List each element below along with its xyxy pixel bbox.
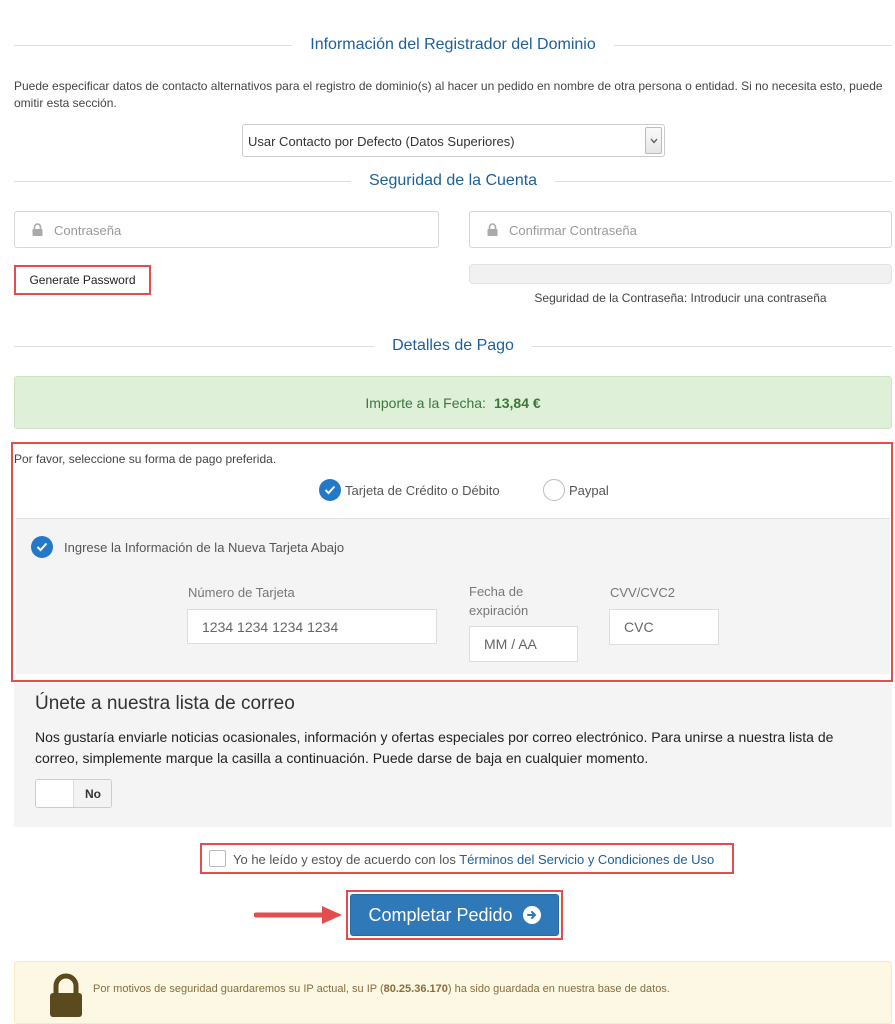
ip-address: 80.25.36.170: [383, 983, 448, 995]
padlock-icon: [50, 973, 82, 1017]
lock-icon: [487, 223, 498, 236]
security-heading: Seguridad de la Cuenta: [368, 172, 538, 189]
contact-select[interactable]: Usar Contacto por Defecto (Datos Superio…: [242, 124, 665, 157]
radio-empty-icon[interactable]: [543, 479, 565, 501]
expiry-input[interactable]: MM / AA: [469, 626, 578, 662]
complete-order-button[interactable]: Completar Pedido: [350, 894, 559, 936]
tos-agreement: Yo he leído y estoy de acuerdo con los T…: [200, 843, 734, 874]
cvv-label: CVV/CVC2: [610, 585, 676, 600]
password-input[interactable]: Contraseña: [14, 211, 439, 248]
new-card-option[interactable]: Ingrese la Información de la Nueva Tarje…: [31, 536, 344, 558]
password-placeholder: Contraseña: [54, 223, 122, 238]
amount-due-banner: Importe a la Fecha: 13,84 €: [14, 376, 892, 429]
mailing-list-description: Nos gustaría enviarle noticias ocasional…: [35, 729, 834, 766]
registrar-heading: Información del Registrador del Dominio: [310, 36, 596, 53]
expiry-label-line1: Fecha de: [469, 584, 524, 599]
ip-notice-suffix: ) ha sido guardada en nuestra base de da…: [447, 983, 670, 995]
complete-order-highlight: Completar Pedido: [346, 890, 563, 940]
password-strength-bar: [469, 264, 892, 284]
password-strength-text: Seguridad de la Contraseña: Introducir u…: [534, 291, 827, 305]
expiry-label-line2: expiración: [469, 603, 529, 618]
cvv-input[interactable]: CVC: [609, 609, 719, 645]
toggle-knob[interactable]: [36, 780, 74, 807]
tos-text: Yo he leído y estoy de acuerdo con los: [233, 852, 460, 867]
tos-checkbox[interactable]: [209, 850, 226, 867]
complete-order-label: Completar Pedido: [368, 904, 513, 925]
ip-notice: Por motivos de seguridad guardaremos su …: [14, 961, 892, 1024]
ip-notice-prefix: Por motivos de seguridad guardaremos su …: [93, 983, 384, 995]
amount-value: 13,84 €: [493, 394, 541, 411]
registrar-section-heading: Información del Registrador del Dominio: [14, 33, 892, 57]
payment-section-heading: Detalles de Pago: [14, 334, 893, 358]
tos-link[interactable]: Términos del Servicio y Condiciones de U…: [459, 852, 714, 867]
confirm-password-placeholder: Confirmar Contraseña: [509, 223, 637, 238]
payment-method-card[interactable]: Tarjeta de Crédito o Débito: [319, 479, 500, 501]
checkmark-icon[interactable]: [31, 536, 53, 558]
payment-prompt: Por favor, seleccione su forma de pago p…: [14, 452, 277, 466]
payment-method-paypal-label: Paypal: [569, 482, 609, 498]
chevron-down-icon[interactable]: [645, 127, 662, 154]
generate-password-button[interactable]: Generate Password: [14, 265, 151, 295]
confirm-password-input[interactable]: Confirmar Contraseña: [469, 211, 892, 248]
registrar-intro: Puede especificar datos de contacto alte…: [14, 79, 883, 110]
checkmark-icon[interactable]: [319, 479, 341, 501]
payment-method-paypal[interactable]: Paypal: [543, 479, 609, 501]
mailing-list-title: Únete a nuestra lista de correo: [35, 693, 295, 714]
new-card-label: Ingrese la Información de la Nueva Tarje…: [64, 539, 345, 555]
arrow-circle-right-icon: [522, 906, 541, 924]
amount-label: Importe a la Fecha:: [365, 394, 486, 411]
mailing-list-toggle[interactable]: No: [35, 779, 112, 808]
arrow-right-icon: [254, 906, 342, 924]
payment-heading: Detalles de Pago: [392, 337, 514, 354]
lock-icon: [32, 223, 43, 236]
card-number-label: Número de Tarjeta: [188, 585, 295, 600]
toggle-off-label: No: [74, 780, 111, 807]
card-number-input[interactable]: 1234 1234 1234 1234: [187, 609, 437, 644]
payment-method-card-label: Tarjeta de Crédito o Débito: [345, 482, 500, 498]
security-section-heading: Seguridad de la Cuenta: [14, 169, 892, 193]
contact-select-value: Usar Contacto por Defecto (Datos Superio…: [248, 134, 515, 149]
